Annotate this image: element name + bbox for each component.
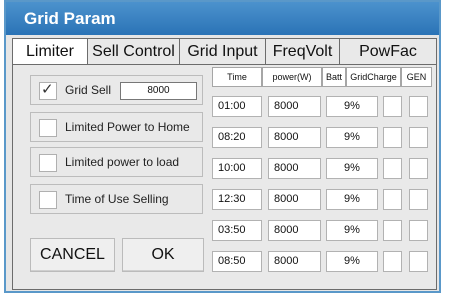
- batt-column-header: Batt: [322, 67, 346, 87]
- limited-power-to-load-checkbox[interactable]: [39, 154, 57, 172]
- gen-checkbox[interactable]: [409, 127, 428, 148]
- limited-power-to-load-option[interactable]: Limited power to load: [30, 147, 203, 177]
- time-of-use-selling-label: Time of Use Selling: [65, 192, 169, 206]
- title-bar: Grid Param: [6, 2, 439, 35]
- time-cell[interactable]: 08:50: [212, 251, 262, 272]
- time-of-use-selling-checkbox[interactable]: [39, 191, 57, 209]
- ok-button[interactable]: OK: [122, 238, 204, 272]
- grid-charge-checkbox[interactable]: [383, 220, 402, 241]
- tab-limiter[interactable]: Limiter: [12, 38, 88, 65]
- batt-cell[interactable]: 9%: [326, 127, 378, 148]
- gen-checkbox[interactable]: [409, 220, 428, 241]
- gen-checkbox[interactable]: [409, 189, 428, 210]
- grid-sell-checkbox[interactable]: ✓: [39, 81, 57, 100]
- gen-checkbox[interactable]: [409, 158, 428, 179]
- time-cell[interactable]: 10:00: [212, 158, 262, 179]
- tab-freqvolt[interactable]: FreqVolt: [266, 38, 340, 65]
- time-cell[interactable]: 08:20: [212, 127, 262, 148]
- tab-powfac[interactable]: PowFac: [340, 38, 437, 65]
- power-cell[interactable]: 8000: [268, 127, 321, 148]
- limited-power-to-home-option[interactable]: Limited Power to Home: [30, 112, 203, 142]
- time-cell[interactable]: 12:30: [212, 189, 262, 210]
- time-cell[interactable]: 01:00: [212, 96, 262, 117]
- batt-cell[interactable]: 9%: [326, 189, 378, 210]
- time-of-use-selling-option[interactable]: Time of Use Selling: [30, 184, 203, 214]
- power-cell[interactable]: 8000: [268, 189, 321, 210]
- grid-charge-checkbox[interactable]: [383, 189, 402, 210]
- power-cell[interactable]: 8000: [268, 251, 321, 272]
- limited-power-to-home-checkbox[interactable]: [39, 119, 57, 137]
- grid-sell-input[interactable]: 8000: [120, 82, 197, 100]
- time-cell[interactable]: 03:50: [212, 220, 262, 241]
- grid-charge-checkbox[interactable]: [383, 96, 402, 117]
- gen-checkbox[interactable]: [409, 251, 428, 272]
- window-title: Grid Param: [24, 9, 116, 28]
- power-cell[interactable]: 8000: [268, 96, 321, 117]
- gridcharge-column-header: GridCharge: [346, 67, 401, 87]
- grid-sell-option[interactable]: ✓ Grid Sell 8000: [30, 75, 203, 105]
- batt-cell[interactable]: 9%: [326, 96, 378, 117]
- grid-charge-checkbox[interactable]: [383, 158, 402, 179]
- power-cell[interactable]: 8000: [268, 220, 321, 241]
- tab-bar: Limiter Sell Control Grid Input FreqVolt…: [12, 38, 437, 65]
- tab-sell-control[interactable]: Sell Control: [88, 38, 180, 65]
- grid-charge-checkbox[interactable]: [383, 251, 402, 272]
- time-column-header: Time: [212, 67, 262, 87]
- grid-sell-label: Grid Sell: [65, 83, 112, 97]
- grid-charge-checkbox[interactable]: [383, 127, 402, 148]
- gen-checkbox[interactable]: [409, 96, 428, 117]
- limited-power-to-home-label: Limited Power to Home: [65, 120, 190, 134]
- cancel-button[interactable]: CANCEL: [30, 238, 115, 272]
- tab-grid-input[interactable]: Grid Input: [180, 38, 266, 65]
- checkmark-icon: ✓: [41, 81, 54, 98]
- power-column-header: power(W): [262, 67, 322, 87]
- batt-cell[interactable]: 9%: [326, 251, 378, 272]
- batt-cell[interactable]: 9%: [326, 158, 378, 179]
- power-cell[interactable]: 8000: [268, 158, 321, 179]
- gen-column-header: GEN: [401, 67, 432, 87]
- limited-power-to-load-label: Limited power to load: [65, 155, 180, 169]
- batt-cell[interactable]: 9%: [326, 220, 378, 241]
